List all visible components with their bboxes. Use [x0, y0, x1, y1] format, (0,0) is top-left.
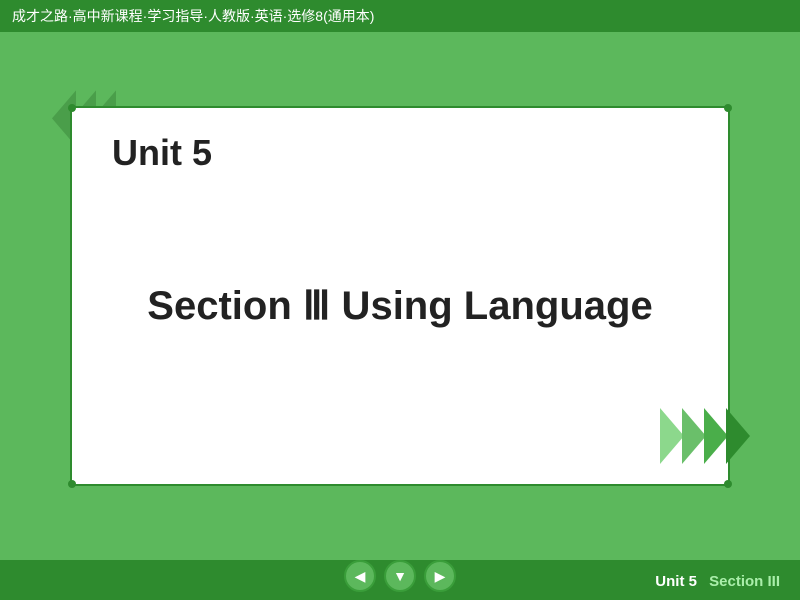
nav-next-icon: ▶: [435, 568, 446, 585]
nav-prev-icon: ◀: [355, 568, 366, 585]
bottom-section-label: Section III: [709, 573, 780, 590]
header-bar: 成才之路·高中新课程·学习指导·人教版·英语·选修8(通用本): [0, 0, 800, 32]
nav-buttons: ◀ ▼ ▶: [344, 560, 456, 592]
unit-title: Unit 5: [112, 132, 212, 174]
corner-dot-tr: [724, 104, 732, 112]
nav-home-icon: ▼: [393, 568, 407, 584]
corner-dot-tl: [68, 104, 76, 112]
chevron-right-1: [660, 408, 684, 464]
header-title: 成才之路·高中新课程·学习指导·人教版·英语·选修8(通用本): [12, 6, 374, 26]
nav-next-button[interactable]: ▶: [424, 560, 456, 592]
nav-prev-button[interactable]: ◀: [344, 560, 376, 592]
bottom-right-text: Unit 5 Section III: [655, 573, 780, 590]
nav-home-button[interactable]: ▼: [384, 560, 416, 592]
corner-dot-bl: [68, 480, 76, 488]
chevron-right-3: [704, 408, 728, 464]
chevron-right-2: [682, 408, 706, 464]
bottom-unit-label: Unit 5: [655, 573, 697, 590]
main-area: Unit 5 Section Ⅲ Using Language: [0, 32, 800, 560]
corner-dot-br: [724, 480, 732, 488]
section-heading: Section Ⅲ Using Language: [147, 283, 652, 329]
bottom-bar: ◀ ▼ ▶ Unit 5 Section III: [0, 560, 800, 600]
chevron-right-4: [726, 408, 750, 464]
content-box: Unit 5 Section Ⅲ Using Language: [70, 106, 730, 486]
right-chevrons-decoration: [662, 408, 750, 464]
